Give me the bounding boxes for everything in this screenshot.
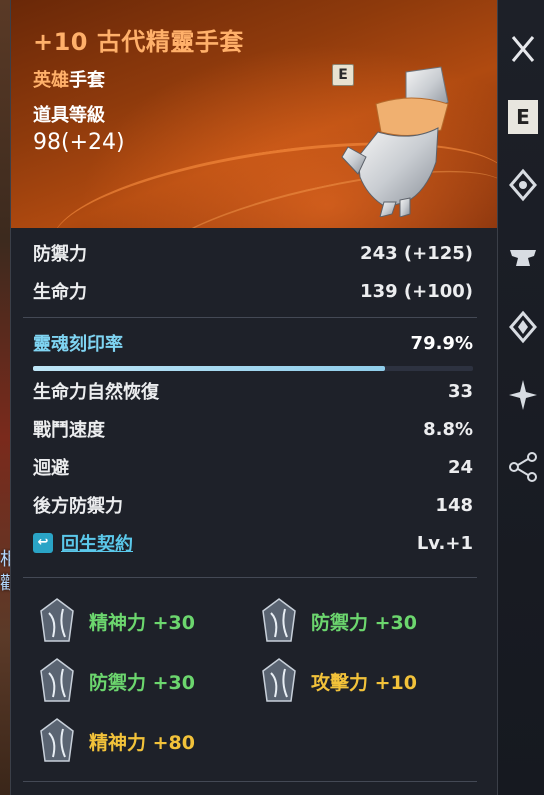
item-tooltip: +10 古代精靈手套 英雄手套 道具等級 98(+24) E 防禦力 243 (… [10, 0, 498, 795]
stat-row-defense: 防禦力 243 (+125) [33, 238, 473, 268]
rebirth-row: ↩ 回生契約 Lv.+1 [33, 528, 473, 558]
bonus-label: 精神力 +30 [89, 611, 196, 634]
substat-value: 33 [447, 380, 473, 402]
substat-label: 戰鬥速度 [33, 420, 105, 441]
divider [23, 781, 477, 782]
rebirth-level: Lv.+1 [416, 532, 473, 554]
bonus-label: 精神力 +80 [89, 731, 196, 754]
bonus-item: 防禦力 +30 [35, 657, 195, 705]
close-icon[interactable] [508, 32, 538, 66]
substat-row: 後方防禦力 148 [33, 490, 473, 520]
soul-progress-bar [33, 366, 473, 371]
item-slot: 手套 [69, 70, 105, 91]
bonus-item: 精神力 +30 [35, 597, 195, 645]
bonus-item: 攻擊力 +10 [257, 657, 417, 705]
substat-label: 後方防禦力 [33, 496, 123, 517]
divider [23, 577, 477, 578]
stat-value: 243 (+125) [360, 242, 473, 264]
stat-label: 防禦力 [33, 244, 87, 265]
crystal-icon [262, 598, 296, 642]
rebirth-contract-link[interactable]: 回生契約 [61, 530, 133, 556]
bonus-label: 防禦力 +30 [89, 671, 196, 694]
side-menu: E [498, 0, 544, 795]
star-burst-icon[interactable] [508, 378, 538, 412]
stat-value: 139 (+100) [360, 280, 473, 302]
soul-label: 靈魂刻印率 [33, 334, 123, 355]
crystal-icon [262, 658, 296, 702]
share-icon[interactable] [508, 450, 538, 484]
enhance-icon[interactable] [508, 168, 538, 202]
crystal-icon [40, 718, 74, 762]
stat-row-hp: 生命力 139 (+100) [33, 276, 473, 306]
item-header: +10 古代精靈手套 英雄手套 道具等級 98(+24) E [11, 0, 497, 228]
item-level-label: 道具等級 [33, 105, 105, 126]
substat-value: 24 [447, 456, 473, 478]
substat-row: 戰鬥速度 8.8% [33, 414, 473, 444]
substat-label: 迴避 [33, 458, 69, 479]
divider [23, 317, 477, 318]
substat-row: 生命力自然恢復 33 [33, 376, 473, 406]
soul-row: 靈魂刻印率 79.9% [33, 328, 473, 358]
soul-icon[interactable] [508, 310, 538, 344]
crystal-icon [40, 598, 74, 642]
bonus-item: 精神力 +80 [35, 717, 195, 765]
bonus-label: 攻擊力 +10 [311, 671, 418, 694]
item-type: 英雄手套 [33, 66, 105, 92]
anvil-icon[interactable] [508, 240, 538, 274]
glove-icon [341, 66, 449, 217]
item-name: +10 古代精靈手套 [33, 28, 244, 56]
substat-value: 148 [435, 494, 473, 516]
stat-label: 生命力 [33, 282, 87, 303]
substat-row: 迴避 24 [33, 452, 473, 482]
substat-value: 8.8% [423, 418, 473, 440]
soul-progress-fill [33, 366, 385, 371]
bonus-label: 防禦力 +30 [311, 611, 418, 634]
item-level-value: 98(+24) [33, 130, 125, 155]
equip-badge-icon[interactable]: E [508, 100, 538, 134]
bonus-item: 防禦力 +30 [257, 597, 417, 645]
item-rarity: 英雄 [33, 70, 69, 91]
crystal-icon [40, 658, 74, 702]
soul-value: 79.9% [410, 332, 473, 354]
rebirth-icon: ↩ [33, 533, 53, 553]
substat-label: 生命力自然恢復 [33, 382, 159, 403]
